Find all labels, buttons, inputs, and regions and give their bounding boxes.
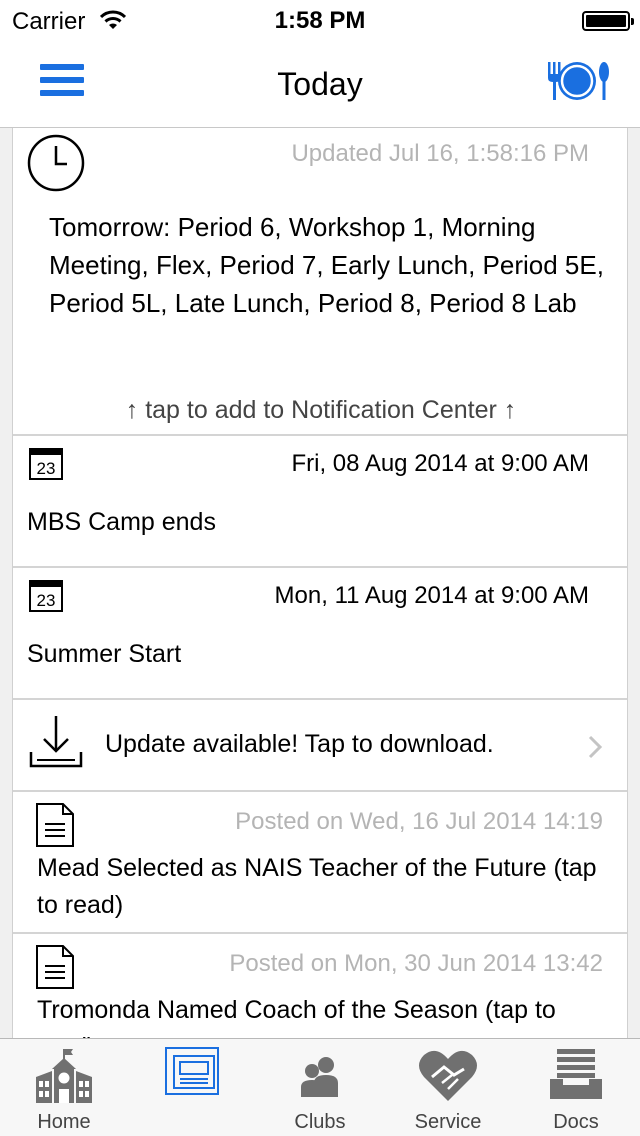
document-tray-icon xyxy=(550,1049,602,1099)
tomorrow-schedule: Tomorrow: Period 6, Workshop 1, Morning … xyxy=(49,212,604,318)
document-icon xyxy=(36,945,74,989)
svg-text:23: 23 xyxy=(37,459,56,478)
tab-label: Clubs xyxy=(294,1111,346,1133)
clock-icon xyxy=(27,134,85,192)
school-house-icon xyxy=(36,1049,92,1103)
tab-label: Home xyxy=(37,1111,91,1133)
clock-time: 1:58 PM xyxy=(274,7,366,34)
tab-service[interactable]: Service xyxy=(384,1039,512,1136)
update-available-row[interactable]: Update available! Tap to download. xyxy=(13,700,627,792)
tab-label: Service xyxy=(414,1111,482,1133)
tab-bar: Home Clubs Service Docs xyxy=(0,1038,640,1136)
tab-clubs[interactable]: Clubs xyxy=(256,1039,384,1136)
event-row[interactable]: 23 Fri, 08 Aug 2014 at 9:00 AM MBS Camp … xyxy=(13,436,627,568)
updated-timestamp: Updated Jul 16, 1:58:16 PM xyxy=(291,140,589,167)
svg-text:23: 23 xyxy=(37,591,56,610)
event-date: Mon, 11 Aug 2014 at 9:00 AM xyxy=(274,582,589,609)
document-icon xyxy=(36,803,74,847)
tab-docs[interactable]: Docs xyxy=(512,1039,640,1136)
event-row[interactable]: 23 Mon, 11 Aug 2014 at 9:00 AM Summer St… xyxy=(13,568,627,700)
posted-date: Posted on Mon, 30 Jun 2014 13:42 xyxy=(229,950,603,977)
tab-label: Docs xyxy=(553,1111,599,1133)
navigation-bar: Today xyxy=(0,40,640,128)
event-title: MBS Camp ends xyxy=(27,508,216,536)
battery-icon xyxy=(582,11,634,31)
today-feed[interactable]: Updated Jul 16, 1:58:16 PM Tomorrow: Per… xyxy=(12,128,628,1038)
news-row[interactable]: Posted on Wed, 16 Jul 2014 14:19 Mead Se… xyxy=(13,792,627,934)
chevron-right-icon xyxy=(588,735,603,759)
update-message: Update available! Tap to download. xyxy=(105,730,494,758)
news-row[interactable]: Posted on Mon, 30 Jun 2014 13:42 Tromond… xyxy=(13,934,627,1038)
heart-handshake-icon xyxy=(419,1050,477,1101)
status-bar: Carrier 1:58 PM xyxy=(0,0,640,40)
posted-date: Posted on Wed, 16 Jul 2014 14:19 xyxy=(235,808,603,835)
event-date: Fri, 08 Aug 2014 at 9:00 AM xyxy=(291,450,589,477)
people-icon xyxy=(301,1057,338,1097)
dining-icon[interactable] xyxy=(546,60,610,102)
news-headline: Mead Selected as NAIS Teacher of the Fut… xyxy=(37,854,597,919)
tab-news[interactable] xyxy=(128,1039,256,1136)
schedule-widget-cell[interactable]: Updated Jul 16, 1:58:16 PM Tomorrow: Per… xyxy=(13,128,627,436)
calendar-icon: 23 xyxy=(29,580,63,612)
tab-home[interactable]: Home xyxy=(0,1039,128,1136)
notification-center-hint[interactable]: ↑ tap to add to Notification Center ↑ xyxy=(13,396,627,425)
page-title: Today xyxy=(277,66,363,102)
download-icon xyxy=(29,716,83,768)
news-board-icon xyxy=(165,1047,219,1095)
news-headline: Tromonda Named Coach of the Season (tap … xyxy=(37,996,556,1038)
calendar-icon: 23 xyxy=(29,448,63,480)
event-title: Summer Start xyxy=(27,640,182,668)
